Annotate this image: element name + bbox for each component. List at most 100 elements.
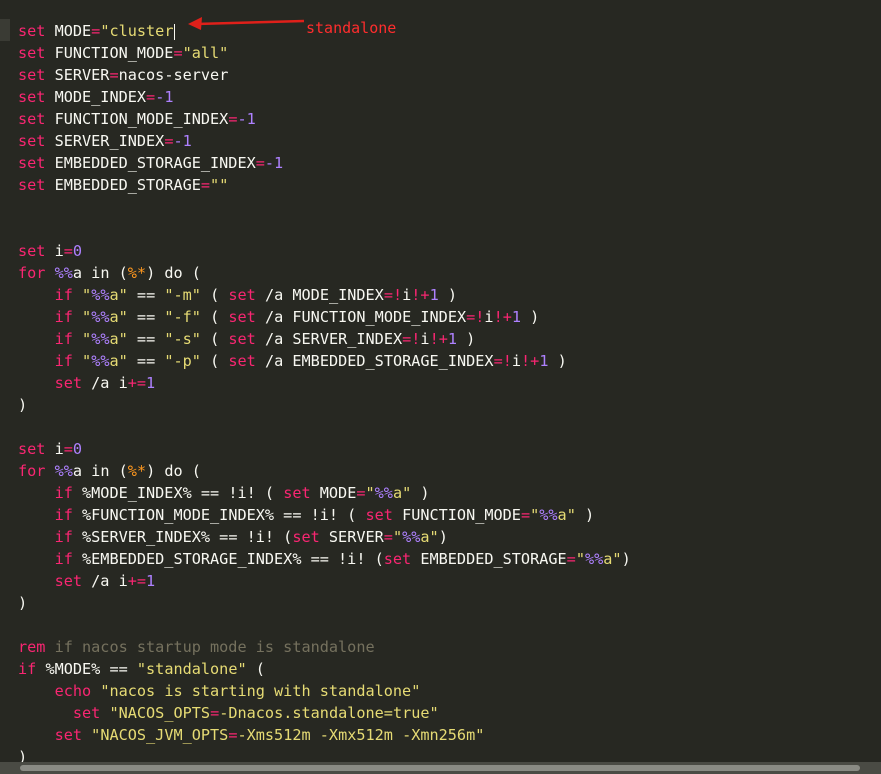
code-line[interactable]: if "%%a" == "-p" ( set /a EMBEDDED_STORA…: [18, 350, 631, 372]
code-line[interactable]: set /a i+=1: [18, 372, 631, 394]
code-token: 0: [72, 242, 83, 260]
code-token: ==: [127, 286, 165, 304]
code-token: set: [228, 352, 256, 370]
code-token: if: [18, 660, 37, 678]
code-token: +=: [127, 374, 147, 392]
code-token: a": [109, 352, 128, 370]
code-token: ): [438, 528, 448, 546]
code-token: for: [18, 264, 46, 282]
code-token: =: [109, 66, 119, 84]
code-line[interactable]: [18, 416, 631, 438]
code-token: ): [18, 594, 28, 612]
code-token: !+: [521, 352, 540, 370]
code-token: =!: [383, 286, 403, 304]
code-line[interactable]: set SERVER=nacos-server: [18, 64, 631, 86]
current-line-gutter-marker: [0, 19, 10, 41]
code-token: %*: [127, 462, 147, 480]
code-line[interactable]: if "%%a" == "-s" ( set /a SERVER_INDEX=!…: [18, 328, 631, 350]
code-token: %%: [402, 528, 421, 546]
code-content[interactable]: set MODE="cluster set FUNCTION_MODE="all"…: [18, 20, 631, 768]
text-cursor: [174, 23, 176, 40]
code-token: =: [356, 484, 366, 502]
code-token: "NACOS_OPTS: [109, 704, 211, 722]
code-token: ": [82, 308, 92, 326]
code-token: =: [173, 44, 183, 62]
code-line[interactable]: set i=0: [18, 438, 631, 460]
code-line[interactable]: echo "nacos is starting with standalone": [18, 680, 631, 702]
code-token: %MODE_INDEX% == !i! (: [72, 484, 284, 502]
code-token: set: [18, 154, 46, 172]
code-token: for: [18, 462, 46, 480]
code-line[interactable]: for %%a in (%*) do (: [18, 262, 631, 284]
code-token: "": [210, 176, 229, 194]
code-token: ==: [127, 330, 165, 348]
code-token: set: [18, 440, 46, 458]
code-line[interactable]: ): [18, 394, 631, 416]
code-token: -1: [173, 132, 192, 150]
code-token: =!: [493, 352, 512, 370]
code-line[interactable]: if "%%a" == "-m" ( set /a MODE_INDEX=!i!…: [18, 284, 631, 306]
code-token: if: [54, 506, 73, 524]
code-line[interactable]: if %MODE% == "standalone" (: [18, 658, 631, 680]
code-token: /a i: [82, 572, 128, 590]
code-line[interactable]: set EMBEDDED_STORAGE_INDEX=-1: [18, 152, 631, 174]
code-line[interactable]: set i=0: [18, 240, 631, 262]
code-token: (: [200, 286, 229, 304]
code-line[interactable]: [18, 614, 631, 636]
code-line[interactable]: set EMBEDDED_STORAGE="": [18, 174, 631, 196]
code-token: !+: [493, 308, 512, 326]
code-token: ": [82, 352, 92, 370]
code-token: 1: [429, 286, 439, 304]
code-line[interactable]: for %%a in (%*) do (: [18, 460, 631, 482]
code-line[interactable]: [18, 196, 631, 218]
code-token: %%: [54, 264, 73, 282]
code-line[interactable]: set FUNCTION_MODE_INDEX=-1: [18, 108, 631, 130]
code-line[interactable]: ): [18, 592, 631, 614]
code-line[interactable]: if %EMBEDDED_STORAGE_INDEX% == !i! (set …: [18, 548, 631, 570]
code-line[interactable]: set SERVER_INDEX=-1: [18, 130, 631, 152]
code-token: if: [54, 528, 73, 546]
code-token: -Dnacos.standalone=true": [219, 704, 439, 722]
code-token: %SERVER_INDEX% == !i! (: [72, 528, 293, 546]
code-token: set: [54, 572, 83, 590]
code-token: +=: [127, 572, 147, 590]
code-line[interactable]: if %MODE_INDEX% == !i! ( set MODE="%%a" …: [18, 482, 631, 504]
code-token: "-m": [164, 286, 201, 304]
code-token: %MODE% ==: [36, 660, 137, 678]
code-token: nacos-server: [118, 66, 229, 84]
code-token: "-f": [164, 308, 201, 326]
code-token: ): [521, 308, 540, 326]
horizontal-scrollbar[interactable]: [0, 762, 881, 774]
code-token: a": [109, 308, 128, 326]
code-token: EMBEDDED_STORAGE_INDEX: [45, 154, 256, 172]
code-token: /a FUNCTION_MODE_INDEX: [255, 308, 467, 326]
code-line[interactable]: set FUNCTION_MODE="all": [18, 42, 631, 64]
code-token: set: [18, 242, 46, 260]
code-line[interactable]: if %SERVER_INDEX% == !i! (set SERVER="%%…: [18, 526, 631, 548]
code-token: a": [392, 484, 412, 502]
code-token: =: [520, 506, 531, 524]
code-line[interactable]: set MODE_INDEX=-1: [18, 86, 631, 108]
scrollbar-thumb[interactable]: [20, 765, 860, 771]
code-line[interactable]: if "%%a" == "-f" ( set /a FUNCTION_MODE_…: [18, 306, 631, 328]
code-line[interactable]: [18, 218, 631, 240]
code-token: /a SERVER_INDEX: [255, 330, 403, 348]
code-line[interactable]: set "NACOS_OPTS=-Dnacos.standalone=true": [18, 702, 631, 724]
code-token: ": [82, 286, 92, 304]
code-editor[interactable]: set MODE="cluster set FUNCTION_MODE="all"…: [0, 0, 881, 766]
code-line[interactable]: set /a i+=1: [18, 570, 631, 592]
code-token: /a EMBEDDED_STORAGE_INDEX: [255, 352, 494, 370]
code-token: -Xms512m -Xmx512m -Xmn256m": [237, 726, 485, 744]
code-token: =: [383, 528, 393, 546]
code-token: EMBEDDED_STORAGE: [45, 176, 201, 194]
code-token: =: [200, 176, 211, 194]
code-line[interactable]: rem if nacos startup mode is standalone: [18, 636, 631, 658]
code-token: =: [91, 22, 101, 40]
code-line[interactable]: set "NACOS_JVM_OPTS=-Xms512m -Xmx512m -X…: [18, 724, 631, 746]
code-line[interactable]: if %FUNCTION_MODE_INDEX% == !i! ( set FU…: [18, 504, 631, 526]
